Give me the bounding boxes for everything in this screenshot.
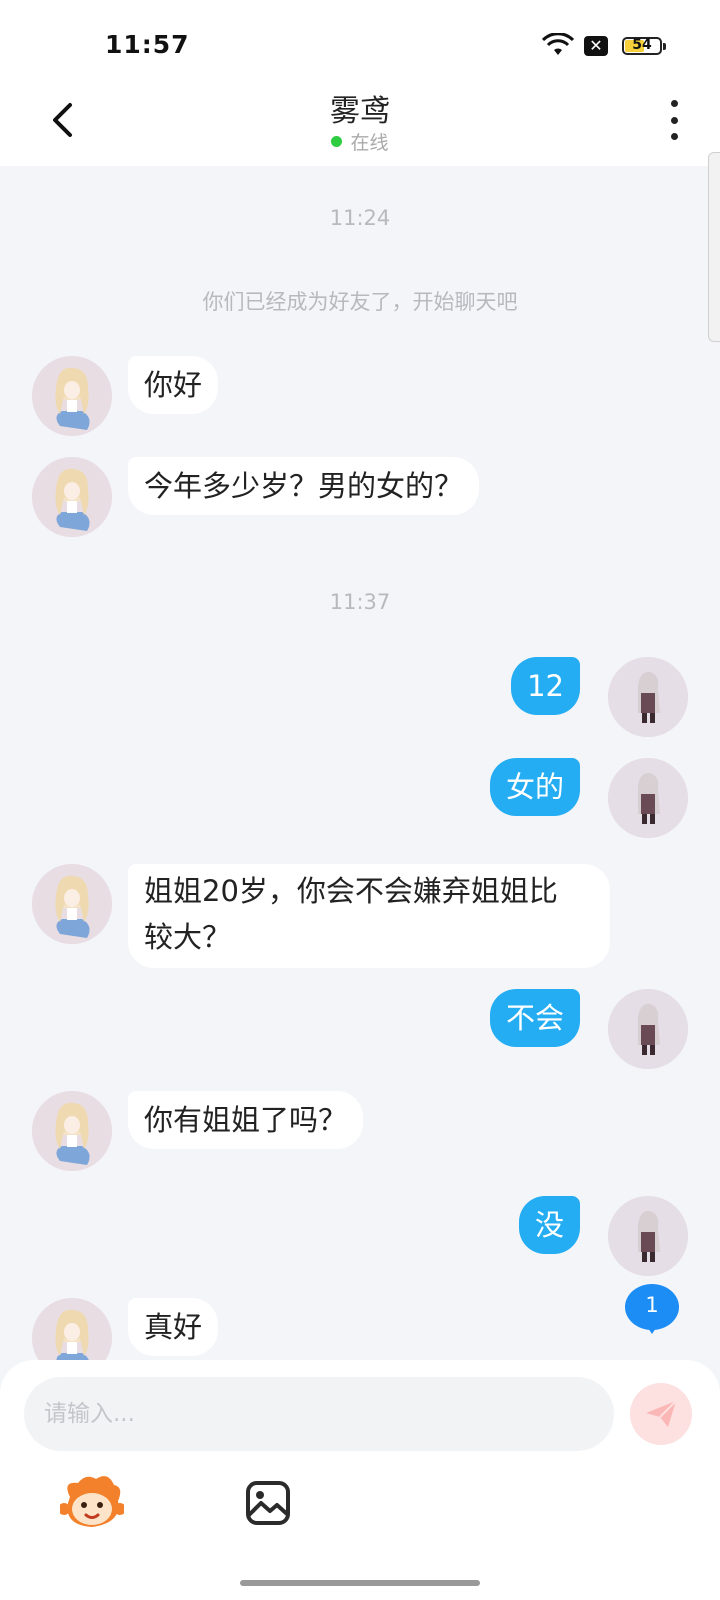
more-vertical-icon: [670, 100, 678, 107]
girl-avatar-icon: [32, 457, 112, 537]
message-bubble-received[interactable]: 今年多少岁？男的女的？: [128, 457, 480, 515]
system-notice: 你们已经成为好友了，开始聊天吧: [202, 290, 518, 314]
chat-screen: 11:57 ✕ 54 雾鸢 在线 11:24 你们已经成为好友了，开始聊天吧 你…: [0, 0, 720, 1600]
message-bubble-sent[interactable]: 12: [511, 657, 580, 715]
user-avatar-icon: [608, 1196, 688, 1276]
timestamp: 11:24: [329, 206, 391, 230]
contact-avatar[interactable]: [32, 356, 112, 436]
user-avatar-icon: [608, 758, 688, 838]
user-avatar[interactable]: [608, 657, 688, 737]
monkey-emoji-icon: [58, 1476, 126, 1527]
online-status: 在线: [0, 128, 720, 155]
girl-avatar-icon: [32, 356, 112, 436]
girl-avatar-icon: [32, 1091, 112, 1171]
more-options-button[interactable]: [664, 100, 684, 140]
message-bubble-received[interactable]: 你有姐姐了吗？: [128, 1091, 364, 1149]
girl-avatar-icon: [32, 864, 112, 944]
message-bubble-sent[interactable]: 没: [518, 1196, 580, 1254]
user-avatar[interactable]: [608, 1196, 688, 1276]
message-input[interactable]: [24, 1377, 614, 1451]
online-status-label: 在线: [350, 132, 389, 154]
message-bubble-received[interactable]: 姐姐20岁，你会不会嫌弃姐姐比 较大？: [128, 864, 610, 968]
message-list[interactable]: 11:24 你们已经成为好友了，开始聊天吧 你好 今年多少岁？男的女的？ 11:…: [0, 166, 720, 1378]
battery-icon: 54: [622, 36, 666, 55]
status-icons: ✕ 54: [542, 32, 666, 58]
image-icon: [246, 1481, 290, 1525]
send-button[interactable]: [630, 1383, 692, 1445]
contact-avatar[interactable]: [32, 1091, 112, 1171]
contact-avatar[interactable]: [32, 864, 112, 944]
home-indicator[interactable]: [240, 1580, 480, 1586]
emoji-button[interactable]: [58, 1473, 126, 1533]
wifi-icon: [542, 33, 574, 55]
contact-name: 雾鸢: [330, 94, 390, 129]
message-bubble-received[interactable]: 你好: [128, 356, 219, 414]
sim-x-icon: ✕: [584, 36, 608, 56]
contact-avatar[interactable]: [32, 457, 112, 537]
message-bubble-received[interactable]: 真好: [128, 1298, 219, 1356]
user-avatar[interactable]: [608, 989, 688, 1069]
composer-panel: [0, 1360, 720, 1600]
user-avatar-icon: [608, 657, 688, 737]
unread-count: 1: [645, 1293, 659, 1317]
chat-header: 雾鸢 在线: [0, 80, 720, 166]
status-bar: 11:57 ✕ 54: [0, 0, 720, 80]
battery-level: 54: [632, 36, 652, 53]
message-bubble-sent[interactable]: 女的: [489, 758, 580, 816]
user-avatar-icon: [608, 989, 688, 1069]
message-bubble-sent[interactable]: 不会: [489, 989, 580, 1047]
image-button[interactable]: [244, 1479, 292, 1527]
user-avatar[interactable]: [608, 758, 688, 838]
timestamp: 11:37: [329, 590, 391, 614]
unread-messages-badge[interactable]: 1: [625, 1284, 679, 1338]
online-dot-icon: [331, 136, 343, 147]
status-time: 11:57: [105, 30, 190, 59]
send-icon: [646, 1400, 677, 1427]
